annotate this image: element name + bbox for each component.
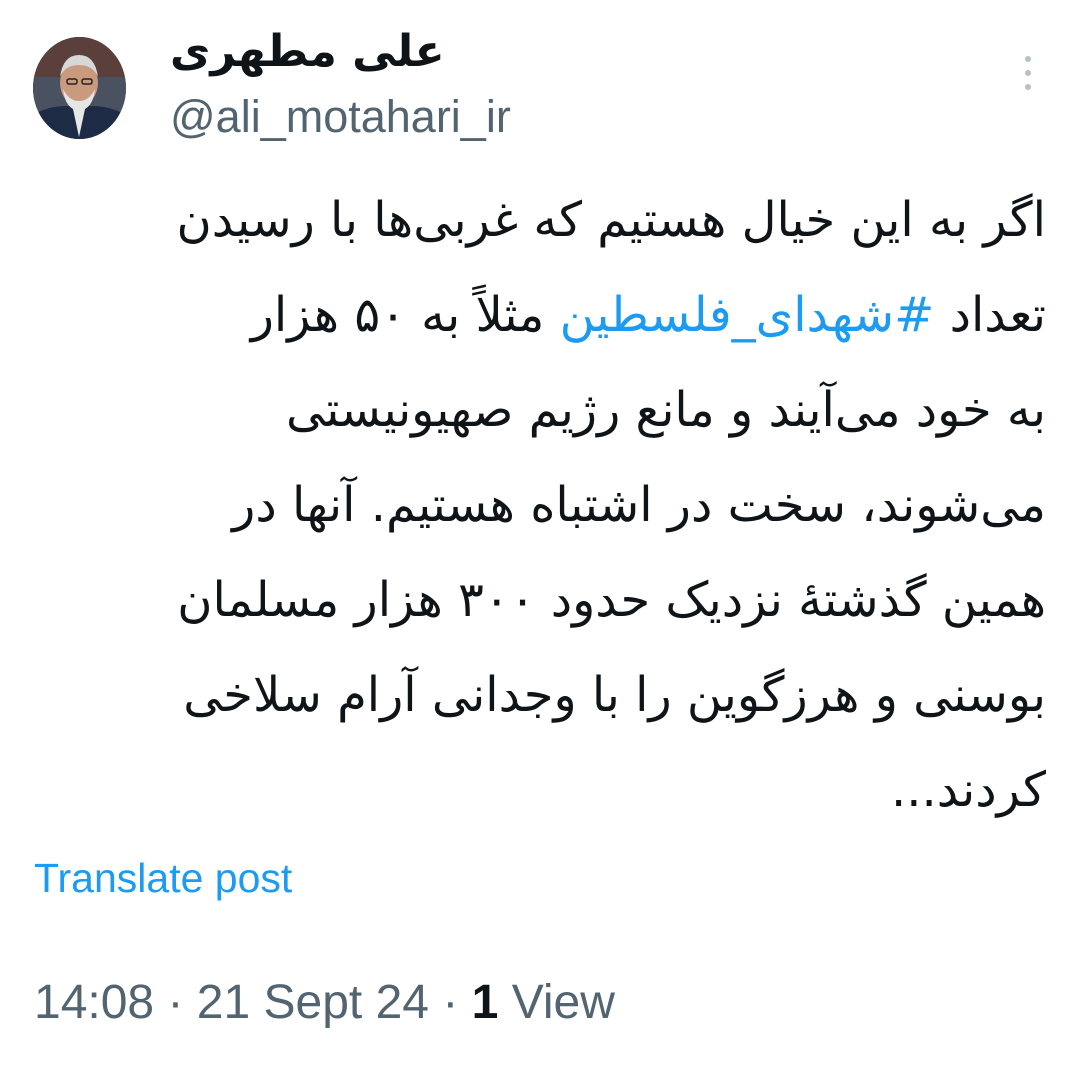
tweet-line: تعداد #شهدای_فلسطین مثلاً به ۵۰ هزار (34, 268, 1046, 363)
more-vertical-icon[interactable] (1016, 56, 1040, 100)
tweet-line: بوسنی و هرزگوین را با وجدانی آرام سلاخی (183, 667, 1046, 723)
tweet-line: اگر به این خیال هستیم که غربی‌ها با رسید… (176, 192, 1046, 248)
user-handle[interactable]: @ali_motahari_ir (170, 90, 511, 144)
post-meta: 14:08 · 21 Sept 24 · 1 View (34, 975, 615, 1030)
post-time[interactable]: 14:08 (34, 976, 154, 1029)
post-date[interactable]: 21 Sept 24 (197, 976, 429, 1029)
tweet-line: کردند... (890, 762, 1046, 818)
tweet-text: اگر به این خیال هستیم که غربی‌ها با رسید… (34, 173, 1046, 838)
tweet-line: می‌شوند، سخت در اشتباه هستیم. آنها در (232, 477, 1046, 533)
avatar-photo (33, 37, 126, 139)
avatar[interactable] (33, 37, 126, 139)
view-label: View (498, 976, 615, 1029)
tweet-text-fragment: مثلاً به ۵۰ هزار (250, 287, 560, 343)
post-detail: علی مطهری @ali_motahari_ir اگر به این خی… (0, 0, 1080, 1065)
tweet-text-fragment: تعداد (934, 287, 1046, 343)
tweet-line: به خود می‌آیند و مانع رژیم صهیونیستی (286, 382, 1046, 438)
meta-separator: · (442, 976, 472, 1029)
translate-post-link[interactable]: Translate post (34, 855, 292, 902)
display-name[interactable]: علی مطهری (170, 26, 445, 79)
hashtag-link[interactable]: #شهدای_فلسطین (560, 287, 935, 343)
view-count[interactable]: 1 (472, 976, 499, 1029)
meta-separator: · (167, 976, 197, 1029)
tweet-line: همین گذشتهٔ نزدیک حدود ۳۰۰ هزار مسلمان (177, 572, 1046, 628)
